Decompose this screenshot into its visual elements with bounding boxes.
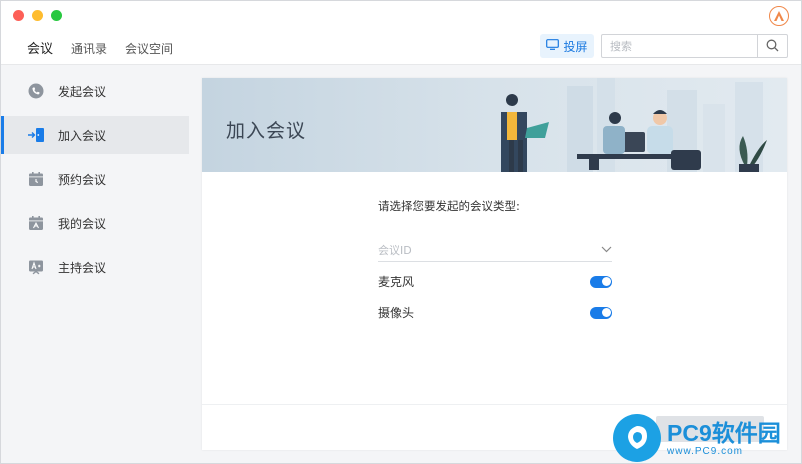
sidebar-item-schedule-meeting[interactable]: 预约会议 (1, 160, 189, 198)
sidebar-item-host-meeting[interactable]: 主持会议 (1, 248, 189, 286)
app-window: 会议 通讯录 会议空间 投屏 发起会议 (0, 0, 802, 464)
watermark: PC9软件园 www.PC9.com (613, 413, 799, 463)
search-icon (766, 37, 779, 56)
sidebar-item-label: 加入会议 (58, 128, 107, 143)
sidebar-item-label: 预约会议 (58, 172, 107, 187)
meeting-type-prompt: 请选择您要发起的会议类型: (378, 199, 520, 213)
card-divider (202, 404, 787, 405)
sidebar-item-label: 发起会议 (58, 84, 107, 99)
nav-tab-meeting[interactable]: 会议 (27, 38, 53, 57)
maximize-window-button[interactable] (51, 10, 62, 21)
top-bar: 会议 通讯录 会议空间 投屏 (1, 1, 801, 65)
sidebar-item-label: 主持会议 (58, 260, 107, 275)
calendar-clock-icon (27, 170, 45, 188)
phone-icon (27, 82, 45, 100)
chevron-down-icon (601, 243, 612, 256)
main-nav: 会议 通讯录 会议空间 (27, 38, 191, 57)
microphone-label: 麦克风 (378, 275, 415, 289)
app-logo-icon[interactable] (769, 6, 789, 26)
search-box (601, 34, 788, 58)
watermark-logo-icon (613, 414, 661, 462)
watermark-url: www.PC9.com (667, 445, 744, 457)
page-title: 加入会议 (226, 120, 307, 142)
join-meeting-card: 加入会议 请选择您要发起的会议类型: 会议ID 麦克风 摄像头 (202, 78, 787, 450)
nav-tab-contacts[interactable]: 通讯录 (71, 40, 107, 57)
join-door-icon (27, 126, 45, 144)
host-presenter-icon (27, 258, 45, 276)
sidebar-item-my-meetings[interactable]: 我的会议 (1, 204, 189, 242)
nav-tab-meeting-space[interactable]: 会议空间 (125, 40, 173, 57)
meeting-illustration (501, 78, 767, 172)
search-button[interactable] (757, 35, 787, 57)
camera-row: 摄像头 (378, 297, 612, 328)
sidebar-item-start-meeting[interactable]: 发起会议 (1, 72, 189, 110)
meeting-id-placeholder: 会议ID (378, 243, 412, 257)
sidebar-item-join-meeting[interactable]: 加入会议 (1, 116, 189, 154)
cast-screen-label: 投屏 (563, 39, 588, 54)
camera-toggle[interactable] (590, 306, 612, 319)
window-controls (13, 10, 62, 21)
meeting-id-select[interactable]: 会议ID (378, 238, 612, 262)
camera-label: 摄像头 (378, 306, 415, 320)
join-form: 请选择您要发起的会议类型: 会议ID 麦克风 摄像头 (378, 198, 612, 328)
banner: 加入会议 (202, 78, 787, 172)
monitor-icon (546, 39, 560, 53)
search-input[interactable] (602, 35, 757, 57)
cast-screen-button[interactable]: 投屏 (540, 34, 594, 58)
sidebar: 发起会议 加入会议 预约会议 我的会议 主持会议 (1, 66, 189, 463)
microphone-row: 麦克风 (378, 266, 612, 297)
watermark-text: PC9软件园 (667, 419, 781, 446)
sidebar-item-label: 我的会议 (58, 216, 107, 231)
microphone-toggle[interactable] (590, 275, 612, 288)
calendar-user-icon (27, 214, 45, 232)
close-window-button[interactable] (13, 10, 24, 21)
minimize-window-button[interactable] (32, 10, 43, 21)
